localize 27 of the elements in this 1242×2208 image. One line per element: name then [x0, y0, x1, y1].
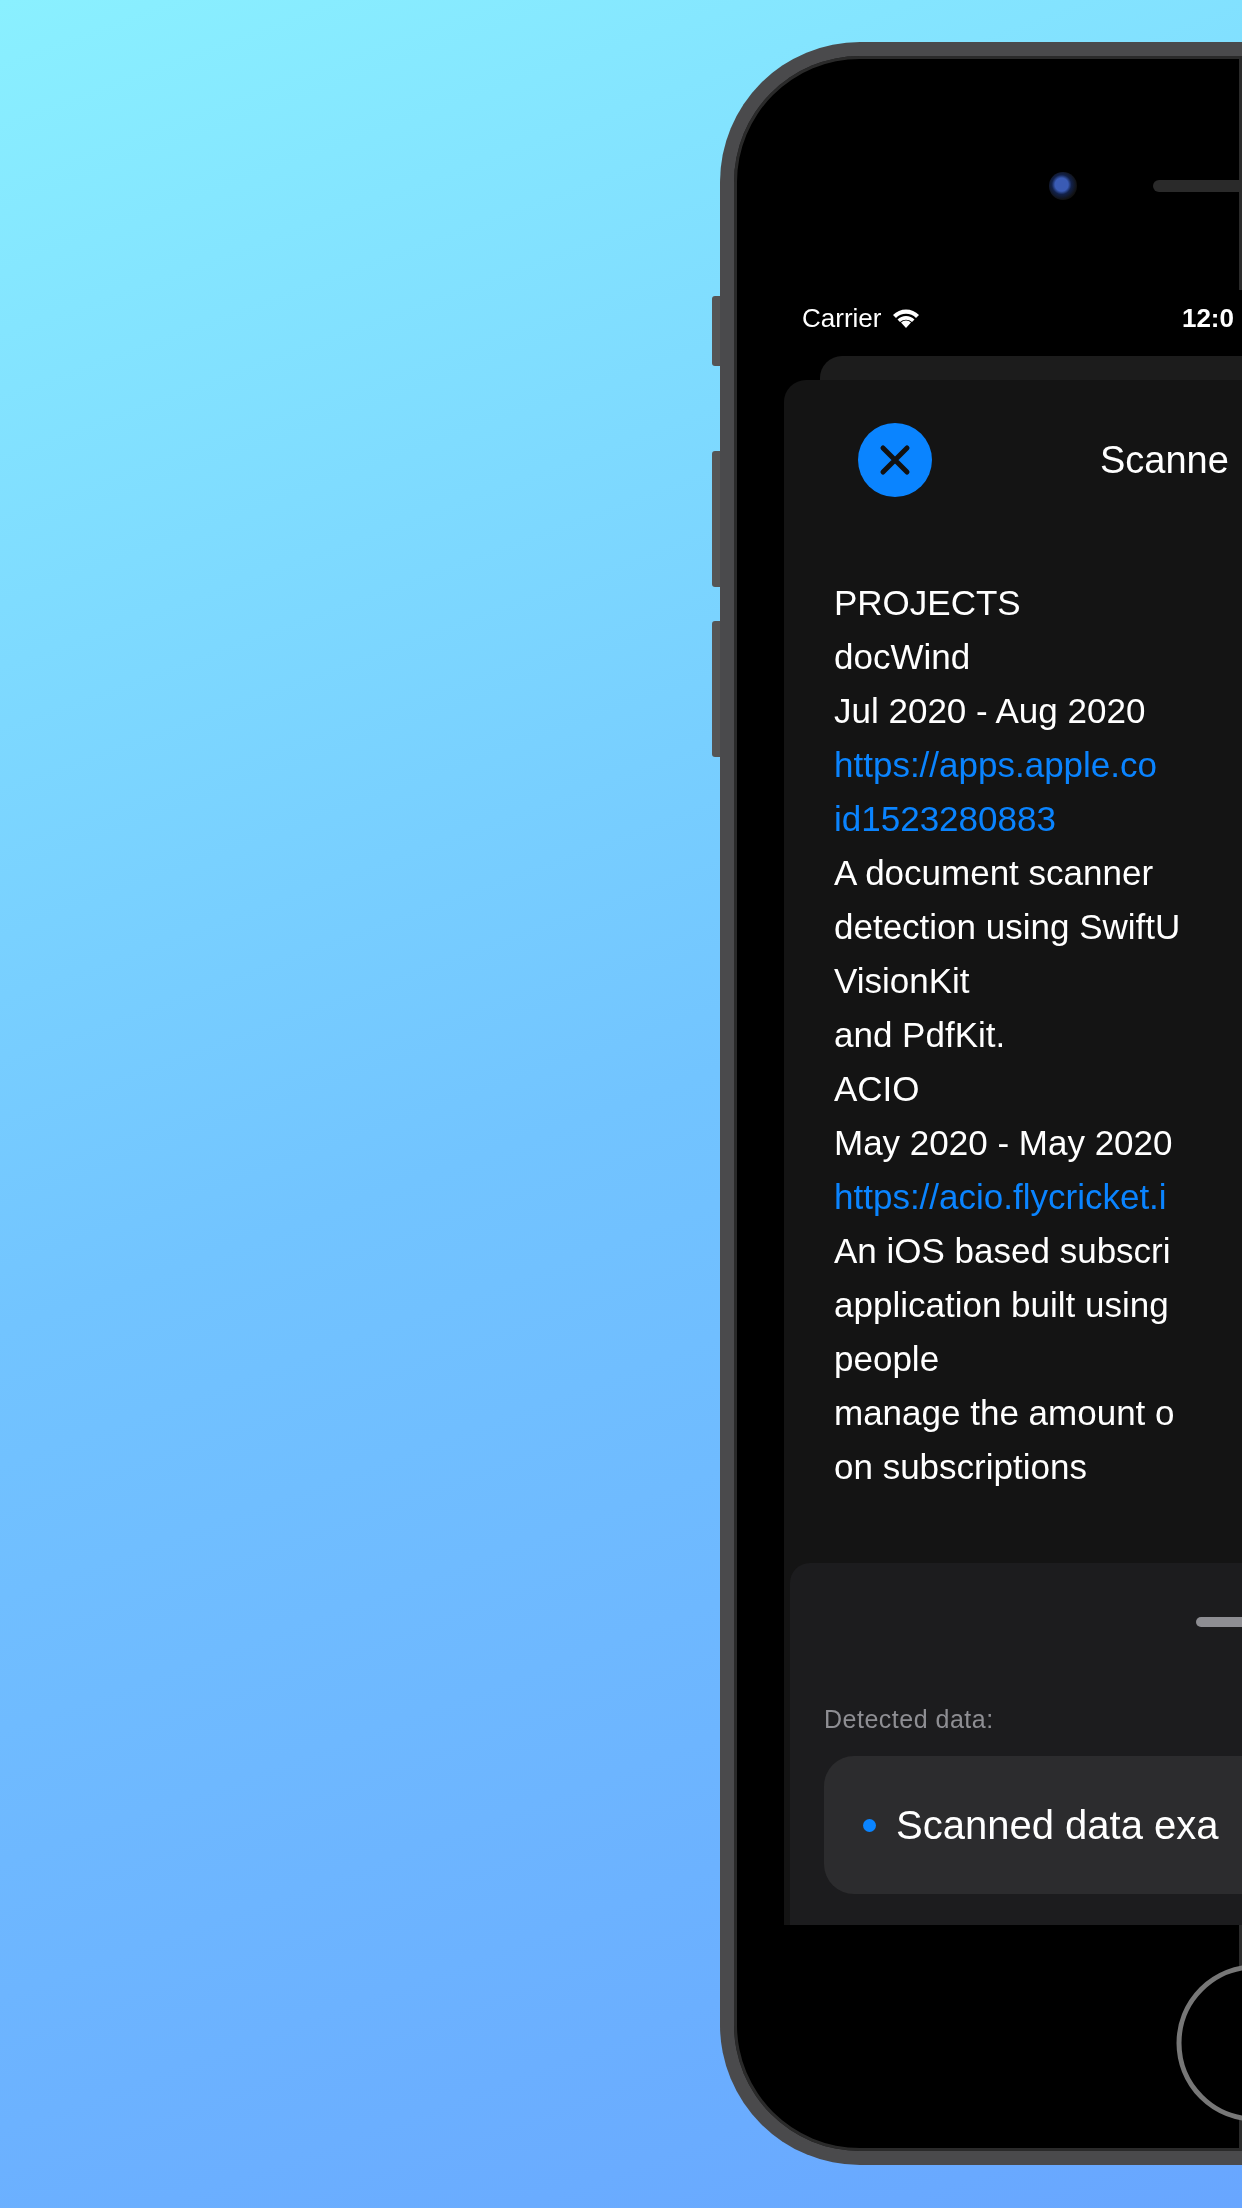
text-line: docWind — [834, 636, 972, 678]
text-line: An iOS based subscri — [834, 1230, 1172, 1272]
section-label: Detected data: — [824, 1705, 995, 1734]
text-line: people — [834, 1338, 941, 1380]
sheet-title: Scanne — [1100, 438, 1229, 482]
text-line: VisionKit — [834, 960, 971, 1002]
text-line: PROJECTS — [834, 582, 1022, 624]
camera-icon — [1049, 172, 1077, 200]
link[interactable]: id1523280883 — [834, 792, 1242, 846]
text-line: ACIO — [834, 1068, 921, 1110]
text-line: application built using — [834, 1284, 1170, 1326]
text-line: on subscriptions — [834, 1446, 1088, 1488]
home-button[interactable] — [1175, 1963, 1242, 2123]
link[interactable]: https://acio.flycricket.i — [834, 1170, 1242, 1224]
close-icon — [878, 443, 912, 477]
wifi-icon — [891, 307, 922, 329]
text-line: manage the amount o — [834, 1392, 1176, 1434]
carrier-label: Carrier — [802, 302, 882, 334]
text-line: detection using SwiftU — [834, 906, 1182, 948]
item-text: Scanned data exa — [896, 1802, 1219, 1848]
grabber-handle[interactable] — [1196, 1617, 1242, 1627]
clock-time: 12:0 — [1181, 302, 1234, 334]
text-line: and PdfKit. — [834, 1014, 1007, 1056]
link[interactable]: https://apps.apple.co — [834, 738, 1242, 792]
text-line: Jul 2020 - Aug 2020 — [834, 690, 1147, 732]
text-line: May 2020 - May 2020 — [834, 1122, 1174, 1164]
text-line: A document scanner — [834, 852, 1155, 894]
